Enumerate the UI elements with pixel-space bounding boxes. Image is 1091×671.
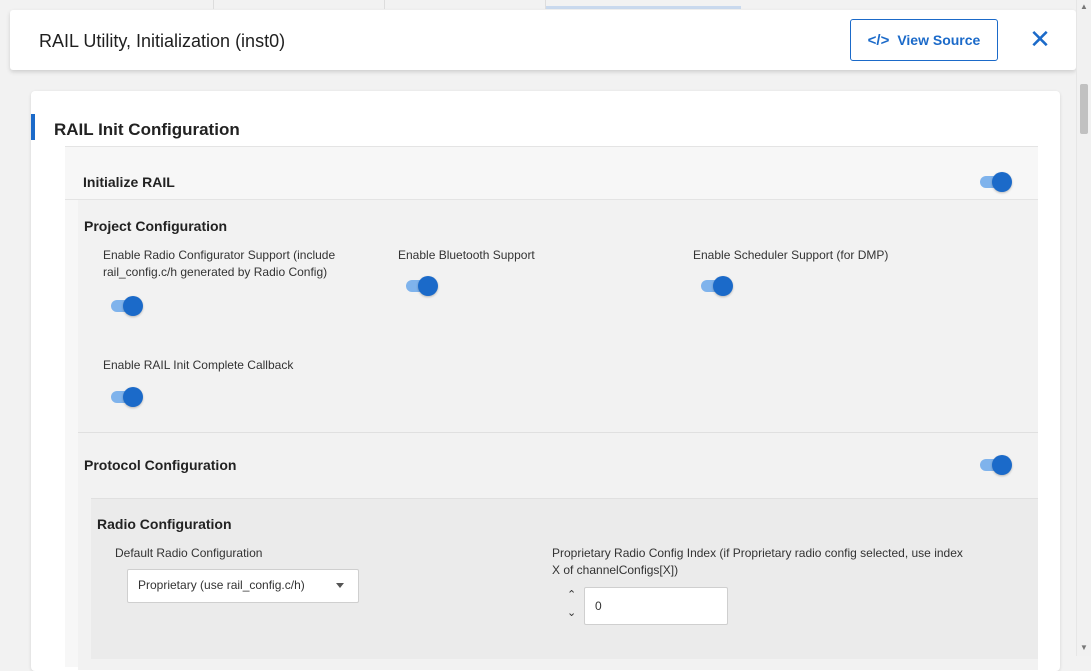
protocol-config-toggle[interactable] bbox=[978, 455, 1012, 475]
toggle-knob bbox=[123, 296, 143, 316]
config-card: RAIL Init Configuration Initialize RAIL … bbox=[31, 91, 1060, 671]
section-title: RAIL Init Configuration bbox=[54, 120, 240, 139]
init-rail-body: Project Configuration Enable Radio Confi… bbox=[78, 200, 1038, 670]
bluetooth-support-toggle[interactable] bbox=[404, 276, 438, 296]
view-source-label: View Source bbox=[897, 32, 981, 48]
scrollbar-thumb[interactable] bbox=[1080, 84, 1088, 134]
tab-strip-segment bbox=[0, 0, 214, 9]
default-radio-config-value: Proprietary (use rail_config.c/h) bbox=[138, 578, 305, 592]
scheduler-support-toggle[interactable] bbox=[699, 276, 733, 296]
radio-config-index-label: Proprietary Radio Config Index (if Propr… bbox=[552, 546, 963, 577]
code-icon: </> bbox=[867, 31, 890, 49]
section-divider bbox=[78, 432, 1038, 433]
radio-configurator-label: Enable Radio Configurator Support (inclu… bbox=[103, 248, 336, 279]
init-rail-toggle[interactable] bbox=[978, 172, 1012, 192]
init-rail-panel: Initialize RAIL Project Configuration En… bbox=[65, 146, 1038, 670]
view-source-button[interactable]: </> View Source bbox=[850, 19, 998, 61]
vertical-scrollbar[interactable]: ▲ ▼ bbox=[1076, 0, 1091, 656]
init-rail-row: Initialize RAIL bbox=[65, 147, 1038, 200]
init-complete-callback-toggle[interactable] bbox=[109, 387, 143, 407]
scheduler-support-label: Enable Scheduler Support (for DMP) bbox=[693, 248, 889, 262]
init-rail-label: Initialize RAIL bbox=[83, 174, 175, 190]
toggle-knob bbox=[123, 387, 143, 407]
radio-configurator-toggle[interactable] bbox=[109, 296, 143, 316]
chevron-up-icon[interactable]: ⌃ bbox=[567, 588, 576, 601]
default-radio-config-label: Default Radio Configuration bbox=[115, 546, 263, 560]
chevron-down-icon bbox=[336, 583, 344, 588]
chevron-down-icon[interactable]: ⌄ bbox=[567, 606, 576, 619]
radio-config-title: Radio Configuration bbox=[97, 516, 232, 532]
project-config-title: Project Configuration bbox=[84, 218, 228, 234]
toggle-knob bbox=[992, 455, 1012, 475]
page-title: RAIL Utility, Initialization (inst0) bbox=[39, 31, 286, 51]
dialog-header: RAIL Utility, Initialization (inst0) </>… bbox=[10, 10, 1076, 70]
toggle-knob bbox=[992, 172, 1012, 192]
radio-config-index-input[interactable]: 0 bbox=[584, 587, 728, 625]
active-tab-indicator bbox=[546, 6, 741, 9]
toggle-knob bbox=[418, 276, 438, 296]
index-stepper[interactable]: ⌃ ⌄ bbox=[565, 588, 579, 626]
radio-config-panel: Radio Configuration Default Radio Config… bbox=[91, 498, 1038, 659]
tab-strip-segment bbox=[385, 0, 546, 9]
init-complete-callback-label: Enable RAIL Init Complete Callback bbox=[103, 358, 294, 372]
bluetooth-support-label: Enable Bluetooth Support bbox=[398, 248, 535, 262]
scroll-up-arrow-icon[interactable]: ▲ bbox=[1080, 2, 1088, 11]
toggle-knob bbox=[713, 276, 733, 296]
top-tab-strip bbox=[0, 0, 1076, 10]
scroll-down-arrow-icon[interactable]: ▼ bbox=[1080, 643, 1088, 652]
default-radio-config-select[interactable]: Proprietary (use rail_config.c/h) bbox=[127, 569, 359, 603]
close-icon[interactable]: ✕ bbox=[1028, 26, 1052, 52]
protocol-config-title: Protocol Configuration bbox=[84, 457, 237, 473]
tab-strip-segment bbox=[214, 0, 385, 9]
section-accent-bar bbox=[31, 114, 35, 140]
